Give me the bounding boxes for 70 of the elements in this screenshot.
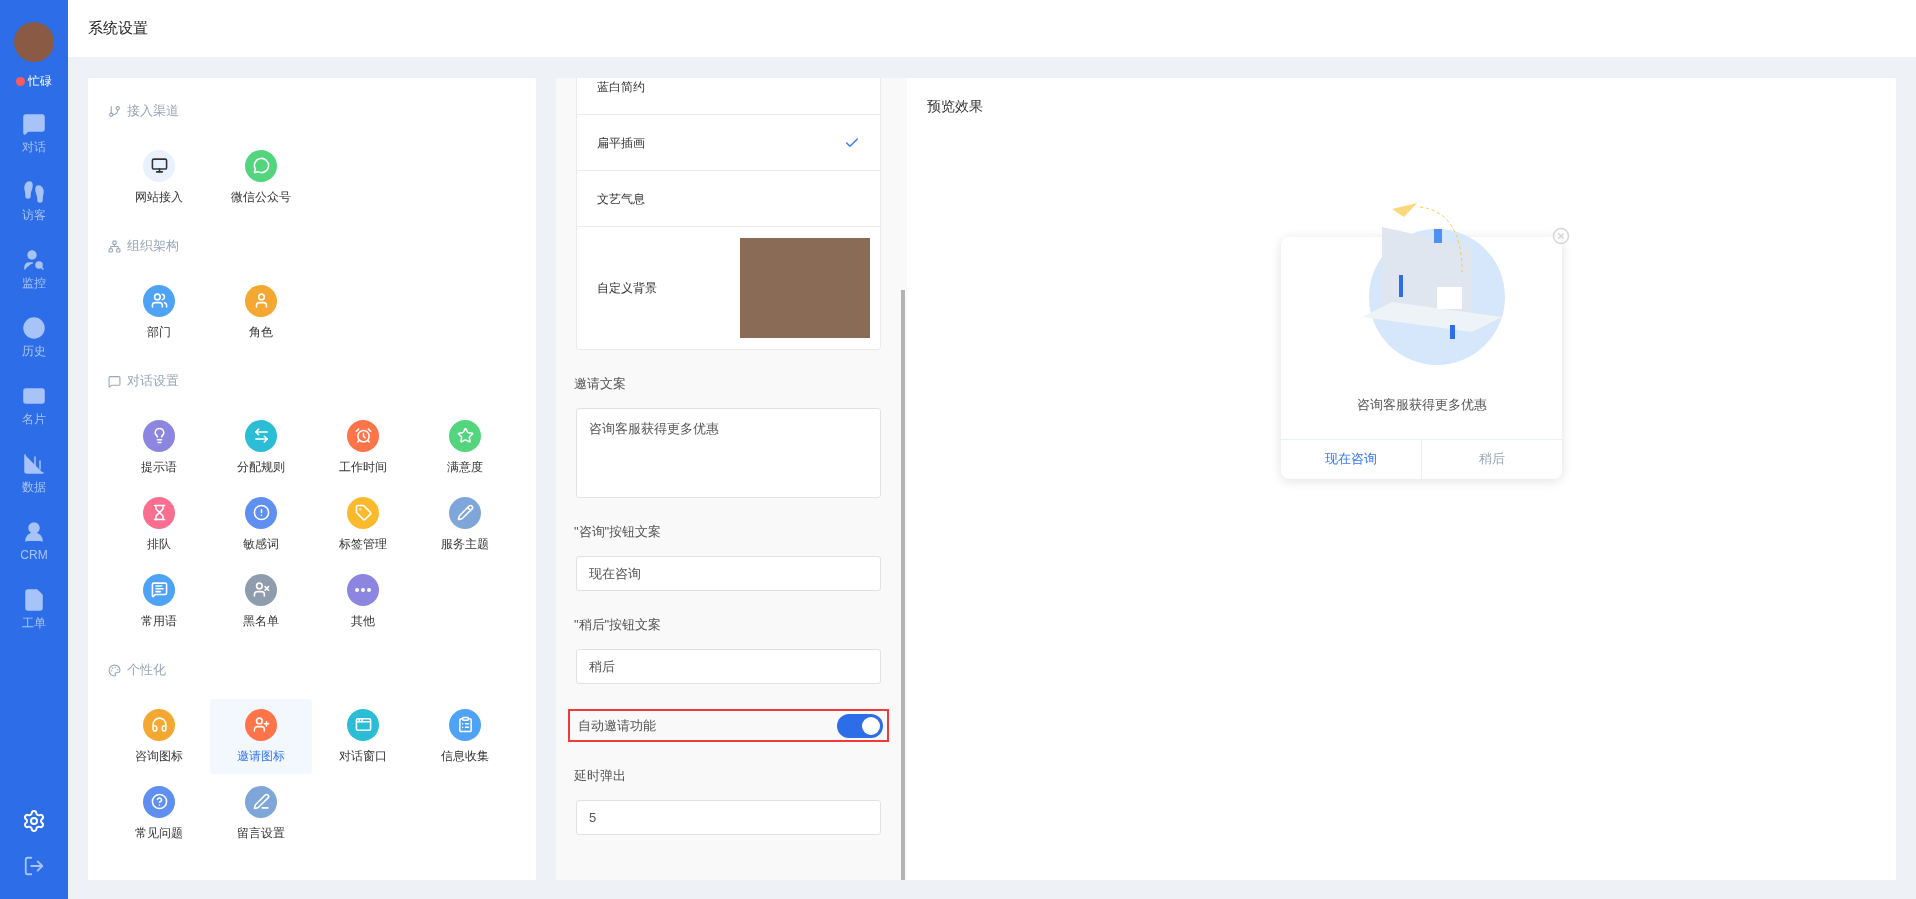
tag-icon	[354, 504, 372, 521]
settings-item[interactable]: 网站接入	[108, 140, 210, 215]
settings-item[interactable]: 部门	[108, 275, 210, 350]
settings-item[interactable]: 敏感词	[210, 487, 312, 562]
settings-item[interactable]: 咨询图标	[108, 699, 210, 774]
toggle-switch[interactable]	[837, 713, 883, 738]
page-title: 系统设置	[88, 18, 148, 39]
field-label: 延时弹出	[573, 767, 627, 785]
user-block-icon	[252, 581, 270, 598]
input-field[interactable]: 现在咨询	[576, 556, 881, 591]
section-title: 对话设置	[127, 372, 179, 391]
textarea-field[interactable]: 咨询客服获得更多优惠	[576, 408, 881, 498]
preview-title: 预览效果	[927, 97, 984, 116]
settings-item[interactable]: 标签管理	[312, 487, 414, 562]
document-icon	[22, 588, 46, 612]
exclamation-icon	[252, 504, 270, 521]
settings-item[interactable]: 满意度	[414, 410, 516, 485]
close-icon[interactable]	[1552, 227, 1570, 245]
pencil-icon	[456, 504, 474, 521]
settings-item[interactable]: 分配规则	[210, 410, 312, 485]
field-label: "稍后"按钮文案	[573, 616, 663, 634]
input-field[interactable]: 稍后	[576, 649, 881, 684]
footprint-icon	[22, 180, 46, 204]
field-label: "咨询"按钮文案	[573, 523, 663, 541]
popup-button[interactable]: 现在咨询	[1281, 439, 1421, 479]
palette-icon	[108, 663, 121, 677]
network-icon	[108, 239, 121, 253]
section-title: 接入渠道	[127, 102, 179, 121]
user-eye-icon	[22, 248, 46, 272]
settings-item[interactable]: 其他	[312, 564, 414, 639]
popup-message: 咨询客服获得更多优惠	[1355, 396, 1488, 414]
settings-item[interactable]: 常用语	[108, 564, 210, 639]
settings-item[interactable]: 常见问题	[108, 776, 210, 851]
branch-icon	[108, 104, 121, 118]
logout-icon[interactable]	[23, 855, 45, 877]
settings-item[interactable]: 微信公众号	[210, 140, 312, 215]
settings-icon[interactable]	[22, 809, 46, 833]
toggle-label: 自动邀请功能	[578, 716, 656, 735]
settings-item[interactable]: 信息收集	[414, 699, 516, 774]
chat-icon	[108, 374, 121, 388]
input-field[interactable]: 5	[576, 800, 881, 835]
settings-item[interactable]: 排队	[108, 487, 210, 562]
theme-option[interactable]: 文艺气息	[577, 171, 880, 227]
settings-item[interactable]: 提示语	[108, 410, 210, 485]
more-icon	[355, 587, 371, 592]
settings-item[interactable]: 角色	[210, 275, 312, 350]
section-title: 组织架构	[127, 237, 179, 256]
section-title: 个性化	[127, 661, 166, 680]
theme-option[interactable]: 蓝白简约	[577, 78, 880, 115]
monitor-icon	[150, 157, 168, 174]
settings-item[interactable]: 对话窗口	[312, 699, 414, 774]
avatar	[14, 22, 54, 62]
document-icon	[456, 716, 474, 733]
theme-option[interactable]: 扁平插画	[577, 115, 880, 171]
faq-icon	[150, 793, 168, 810]
pen-icon	[252, 793, 270, 810]
settings-item[interactable]: 工作时间	[312, 410, 414, 485]
settings-item[interactable]: 服务主题	[414, 487, 516, 562]
field-label: 邀请文案	[573, 375, 627, 393]
status-label: 忙碌	[28, 73, 52, 90]
settings-item[interactable]: 留言设置	[210, 776, 312, 851]
theme-option[interactable]: 自定义背景	[577, 227, 880, 349]
window-icon	[354, 716, 372, 733]
scrollbar[interactable]	[901, 78, 907, 880]
chat-bubble-icon	[150, 581, 168, 598]
headset-user-icon	[150, 716, 168, 733]
swap-arrows-icon	[252, 427, 270, 444]
settings-item[interactable]: 邀请图标	[210, 699, 312, 774]
settings-item[interactable]: 黑名单	[210, 564, 312, 639]
star-icon	[456, 427, 474, 444]
